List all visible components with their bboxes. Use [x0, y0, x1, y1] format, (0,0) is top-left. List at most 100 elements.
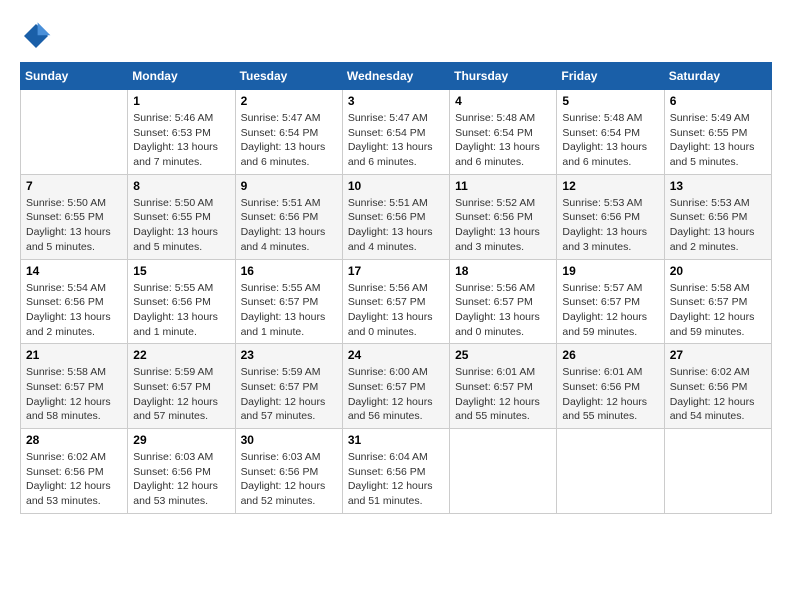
calendar-cell: 7Sunrise: 5:50 AMSunset: 6:55 PMDaylight…: [21, 174, 128, 259]
sunset-text: Sunset: 6:56 PM: [455, 211, 533, 223]
day-info: Sunrise: 5:51 AMSunset: 6:56 PMDaylight:…: [348, 196, 444, 255]
week-row-1: 1Sunrise: 5:46 AMSunset: 6:53 PMDaylight…: [21, 90, 772, 175]
header-friday: Friday: [557, 63, 664, 90]
sunset-text: Sunset: 6:57 PM: [241, 296, 319, 308]
sunset-text: Sunset: 6:56 PM: [670, 381, 748, 393]
daylight-text: Daylight: 13 hours and 1 minute.: [133, 311, 218, 338]
calendar-cell: 20Sunrise: 5:58 AMSunset: 6:57 PMDayligh…: [664, 259, 771, 344]
day-info: Sunrise: 5:47 AMSunset: 6:54 PMDaylight:…: [348, 111, 444, 170]
daylight-text: Daylight: 13 hours and 6 minutes.: [455, 141, 540, 168]
sunset-text: Sunset: 6:56 PM: [26, 296, 104, 308]
daylight-text: Daylight: 12 hours and 57 minutes.: [241, 396, 326, 423]
week-row-2: 7 Sunrise: 5:50 AM Sunset: 6:55 PM Daylight…: [21, 174, 772, 259]
daylight-text: Daylight: 13 hours and 7 minutes.: [133, 141, 218, 168]
day-number: 15: [133, 264, 229, 278]
calendar-cell: 10Sunrise: 5:51 AMSunset: 6:56 PMDayligh…: [342, 174, 449, 259]
sunrise-text: Sunrise: 5:58 AM: [670, 282, 750, 294]
day-number: 4: [455, 94, 551, 108]
daylight-text: Daylight: 12 hours and 56 minutes.: [348, 396, 433, 423]
sunset-text: Sunset: 6:56 PM: [562, 381, 640, 393]
calendar-cell: 11 Sunrise: 5:52 AM Sunset: 6:56 PM Dayligh…: [450, 174, 557, 259]
calendar-cell: 8Sunrise: 5:50 AMSunset: 6:55 PMDaylight…: [128, 174, 235, 259]
sunrise-text: Sunrise: 5:46 AM: [133, 112, 213, 124]
day-info: Sunrise: 6:00 AMSunset: 6:57 PMDaylight:…: [348, 365, 444, 424]
calendar-header-row: SundayMondayTuesdayWednesdayThursdayFrid…: [21, 63, 772, 90]
daylight-text: Daylight: 13 hours and 6 minutes.: [241, 141, 326, 168]
sunrise-text: Sunrise: 6:02 AM: [26, 451, 106, 463]
day-number: 29: [133, 433, 229, 447]
day-info: Sunrise: 6:03 AMSunset: 6:56 PMDaylight:…: [133, 450, 229, 509]
calendar-table: SundayMondayTuesdayWednesdayThursdayFrid…: [20, 62, 772, 514]
calendar-cell: 1Sunrise: 5:46 AMSunset: 6:53 PMDaylight…: [128, 90, 235, 175]
day-number: 7: [26, 179, 122, 193]
header-thursday: Thursday: [450, 63, 557, 90]
daylight-text: Daylight: 13 hours and 4 minutes.: [241, 226, 326, 253]
header-monday: Monday: [128, 63, 235, 90]
sunset-text: Sunset: 6:56 PM: [241, 466, 319, 478]
calendar-cell: 21Sunrise: 5:58 AMSunset: 6:57 PMDayligh…: [21, 344, 128, 429]
calendar-cell: 16Sunrise: 5:55 AMSunset: 6:57 PMDayligh…: [235, 259, 342, 344]
daylight-text: Daylight: 13 hours and 3 minutes.: [455, 226, 540, 253]
sunset-text: Sunset: 6:57 PM: [562, 296, 640, 308]
day-number: 31: [348, 433, 444, 447]
calendar-cell: 23Sunrise: 5:59 AMSunset: 6:57 PMDayligh…: [235, 344, 342, 429]
header-tuesday: Tuesday: [235, 63, 342, 90]
day-number: 21: [26, 348, 122, 362]
calendar-cell: 30 Sunrise: 6:03 AMSunset: 6:56 PMDayligh…: [235, 429, 342, 514]
sunrise-text: Sunrise: 5:58 AM: [26, 366, 106, 378]
day-number: 5: [562, 94, 658, 108]
calendar-cell: 25Sunrise: 6:01 AMSunset: 6:57 PMDayligh…: [450, 344, 557, 429]
day-number: 6: [670, 94, 766, 108]
calendar-cell: 5Sunrise: 5:48 AMSunset: 6:54 PMDaylight…: [557, 90, 664, 175]
header-sunday: Sunday: [21, 63, 128, 90]
day-info: Sunrise: 5:56 AMSunset: 6:57 PMDaylight:…: [348, 281, 444, 340]
calendar-cell: 18Sunrise: 5:56 AMSunset: 6:57 PMDayligh…: [450, 259, 557, 344]
day-info: Sunrise: 6:02 AMSunset: 6:56 PMDaylight:…: [670, 365, 766, 424]
calendar-cell: 12Sunrise: 5:53 AMSunset: 6:56 PMDayligh…: [557, 174, 664, 259]
day-number: 30: [241, 433, 337, 447]
calendar-cell: 13Sunrise: 5:53 AMSunset: 6:56 PMDayligh…: [664, 174, 771, 259]
sunrise-text: Sunrise: 5:57 AM: [562, 282, 642, 294]
day-info: Sunrise: 5:48 AMSunset: 6:54 PMDaylight:…: [455, 111, 551, 170]
sunset-text: Sunset: 6:54 PM: [455, 127, 533, 139]
day-info: Sunrise: 6:03 AMSunset: 6:56 PMDaylight:…: [241, 450, 337, 509]
sunrise-text: Sunrise: 6:04 AM: [348, 451, 428, 463]
day-number: 22: [133, 348, 229, 362]
calendar-cell: 14Sunrise: 5:54 AMSunset: 6:56 PMDayligh…: [21, 259, 128, 344]
sunset-text: Sunset: 6:57 PM: [455, 296, 533, 308]
sunrise-text: Sunrise: 5:52 AM: [455, 197, 535, 209]
calendar-cell: 9Sunrise: 5:51 AMSunset: 6:56 PMDaylight…: [235, 174, 342, 259]
day-info: Sunrise: 5:59 AMSunset: 6:57 PMDaylight:…: [133, 365, 229, 424]
daylight-text: Daylight: 12 hours and 51 minutes.: [348, 480, 433, 507]
logo: [20, 20, 56, 52]
calendar-cell: [21, 90, 128, 175]
daylight-text: Daylight: 13 hours and 0 minutes.: [455, 311, 540, 338]
day-info: Sunrise: 6:04 AMSunset: 6:56 PMDaylight:…: [348, 450, 444, 509]
calendar-cell: 28Sunrise: 6:02 AMSunset: 6:56 PMDayligh…: [21, 429, 128, 514]
sunrise-text: Sunrise: 5:53 AM: [670, 197, 750, 209]
day-info: Sunrise: 5:52 AM Sunset: 6:56 PM Daylight:…: [455, 196, 551, 255]
sunrise-text: Sunrise: 6:01 AM: [455, 366, 535, 378]
sunrise-text: Sunrise: 5:50 AM: [26, 197, 106, 209]
sunrise-text: Sunrise: 6:01 AM: [562, 366, 642, 378]
day-info: Sunrise: 5:47 AMSunset: 6:54 PMDaylight:…: [241, 111, 337, 170]
day-number: 27: [670, 348, 766, 362]
calendar-cell: 17Sunrise: 5:56 AMSunset: 6:57 PMDayligh…: [342, 259, 449, 344]
day-number: 18: [455, 264, 551, 278]
sunrise-text: Sunrise: 5:56 AM: [348, 282, 428, 294]
calendar-cell: 19Sunrise: 5:57 AMSunset: 6:57 PMDayligh…: [557, 259, 664, 344]
sunrise-text: Sunrise: 5:54 AM: [26, 282, 106, 294]
day-number: 11: [455, 179, 551, 193]
day-number: 3: [348, 94, 444, 108]
sunset-text: Sunset: 6:57 PM: [348, 296, 426, 308]
daylight-text: Daylight: 13 hours and 2 minutes.: [26, 311, 111, 338]
sunset-text: Sunset: 6:55 PM: [133, 211, 211, 223]
day-info: Sunrise: 5:53 AMSunset: 6:56 PMDaylight:…: [562, 196, 658, 255]
sunrise-text: Sunrise: 6:02 AM: [670, 366, 750, 378]
week-row-5: 28Sunrise: 6:02 AMSunset: 6:56 PMDayligh…: [21, 429, 772, 514]
sunset-text: Sunset: 6:57 PM: [348, 381, 426, 393]
sunrise-text: Sunrise: 5:47 AM: [241, 112, 321, 124]
sunrise-text: Sunrise: 5:55 AM: [241, 282, 321, 294]
logo-icon: [20, 20, 52, 52]
week-row-4: 21 Sunrise: 5:58 AM Sunset: 6:57 PM Dayligh…: [21, 344, 772, 429]
